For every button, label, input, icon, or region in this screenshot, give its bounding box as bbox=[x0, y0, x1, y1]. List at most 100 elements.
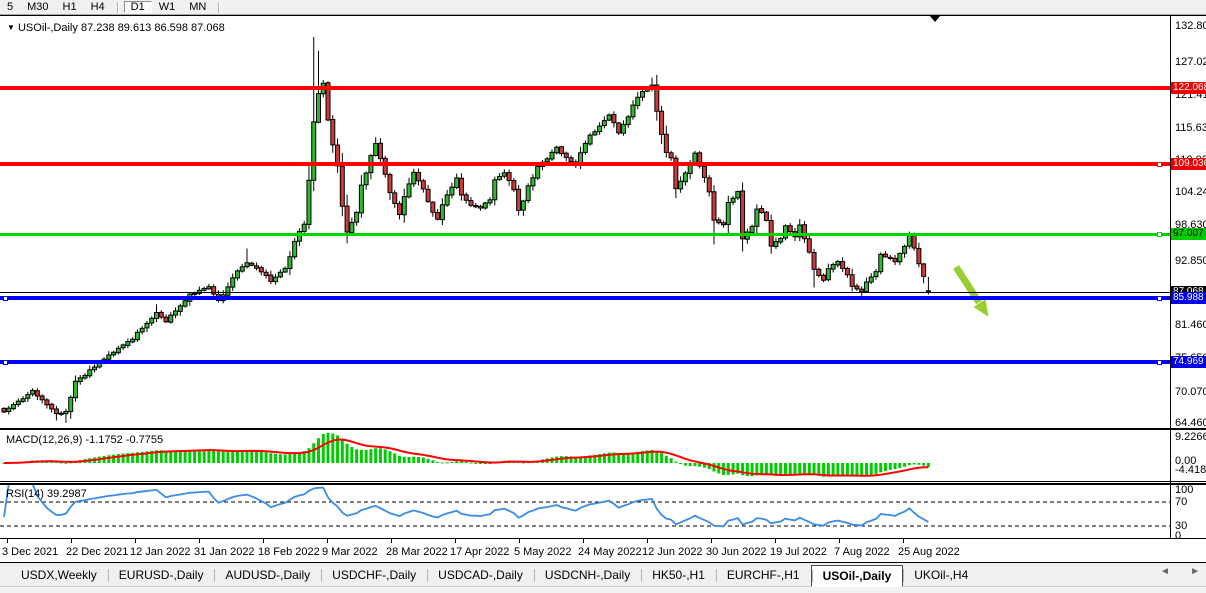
hline-87.068[interactable] bbox=[0, 292, 1170, 293]
period-button-mn[interactable]: MN bbox=[182, 1, 213, 13]
symbol-tab-eurusd-daily[interactable]: EURUSD-,Daily bbox=[108, 565, 215, 586]
symbol-tab-bar: USDX,WeeklyEURUSD-,DailyAUDUSD-,DailyUSD… bbox=[0, 562, 1206, 586]
date-label: 28 Mar 2022 bbox=[386, 546, 448, 558]
period-button-d1[interactable]: D1 bbox=[124, 1, 152, 13]
date-label: 22 Dec 2021 bbox=[66, 546, 128, 558]
price-badge-122.068: 122.068 bbox=[1171, 82, 1206, 94]
toolbar-separator bbox=[218, 2, 220, 13]
hline-left-handle[interactable] bbox=[3, 360, 8, 365]
date-label: 30 Jun 2022 bbox=[706, 546, 767, 558]
symbol-tab-usdx-weekly[interactable]: USDX,Weekly bbox=[10, 565, 108, 586]
date-label: 18 Feb 2022 bbox=[258, 546, 320, 558]
date-tick-mark bbox=[583, 539, 584, 543]
hline-right-handle[interactable] bbox=[1157, 162, 1162, 167]
hline-85.988[interactable] bbox=[0, 296, 1170, 300]
hline-109.036[interactable] bbox=[0, 162, 1170, 166]
symbol-tab-hk50-h1[interactable]: HK50-,H1 bbox=[641, 565, 716, 586]
period-button-5[interactable]: 5 bbox=[0, 1, 20, 13]
date-label: 9 Mar 2022 bbox=[322, 546, 378, 558]
period-button-m30[interactable]: M30 bbox=[20, 1, 55, 13]
chart-title-ohlc: 87.238 89.613 86.598 87.068 bbox=[81, 22, 225, 34]
hline-right-handle[interactable] bbox=[1157, 296, 1162, 301]
status-strip bbox=[0, 586, 1206, 593]
macd-label: MACD(12,26,9) -1.1752 -0.7755 bbox=[6, 434, 163, 446]
hline-right-handle[interactable] bbox=[1157, 360, 1162, 365]
price-tick-label: 70.070 bbox=[1175, 386, 1206, 398]
date-tick-mark bbox=[199, 539, 200, 543]
chart-bottom-border bbox=[0, 538, 1206, 539]
date-tick-mark bbox=[519, 539, 520, 543]
date-label: 19 Jul 2022 bbox=[770, 546, 827, 558]
price-badge-109.036: 109.036 bbox=[1171, 158, 1206, 170]
tab-scroll-right-icon[interactable]: ► bbox=[1190, 566, 1200, 577]
date-tick-mark bbox=[839, 539, 840, 543]
date-tick-mark bbox=[455, 539, 456, 543]
macd-rsi-splitter[interactable] bbox=[0, 481, 1206, 482]
date-tick-mark bbox=[7, 539, 8, 543]
price-tick-label: 104.240 bbox=[1175, 186, 1206, 198]
macd-axis-label: -4.4188 bbox=[1175, 464, 1206, 476]
date-label: 17 Apr 2022 bbox=[450, 546, 509, 558]
price-tick-label: 92.850 bbox=[1175, 255, 1206, 267]
price-chart-canvas[interactable] bbox=[0, 16, 1170, 428]
hline-right-handle[interactable] bbox=[1157, 232, 1162, 237]
date-label: 12 Jun 2022 bbox=[642, 546, 703, 558]
date-label: 12 Jan 2022 bbox=[130, 546, 191, 558]
date-tick-mark bbox=[775, 539, 776, 543]
symbol-tab-usoil-daily[interactable]: USOil-,Daily bbox=[811, 565, 904, 587]
chart-title-symbol: USOil-,Daily bbox=[18, 22, 78, 34]
tab-scroll-arrows: ◄ ► bbox=[1160, 566, 1200, 577]
symbol-tab-ukoil-h4[interactable]: UKOil-,H4 bbox=[903, 565, 979, 586]
symbol-tab-usdcad-daily[interactable]: USDCAD-,Daily bbox=[427, 565, 534, 586]
period-button-h1[interactable]: H1 bbox=[56, 1, 84, 13]
tab-scroll-left-icon[interactable]: ◄ bbox=[1160, 566, 1170, 577]
date-label: 3 Dec 2021 bbox=[2, 546, 58, 558]
hline-74.969[interactable] bbox=[0, 360, 1170, 364]
symbol-tab-usdcnh-daily[interactable]: USDCNH-,Daily bbox=[534, 565, 641, 586]
date-tick-mark bbox=[647, 539, 648, 543]
price-axis-border bbox=[1170, 16, 1171, 538]
macd-pane-canvas[interactable] bbox=[0, 430, 1170, 481]
terminal-window: 5M30H1H4 D1W1MN ▼ USOil-,Daily 87.238 89.… bbox=[0, 0, 1206, 593]
date-label: 31 Jan 2022 bbox=[194, 546, 255, 558]
rsi-axis-label: 70 bbox=[1175, 496, 1187, 508]
symbol-tab-usdchf-daily[interactable]: USDCHF-,Daily bbox=[321, 565, 427, 586]
date-tick-mark bbox=[711, 539, 712, 543]
symbol-tab-audusd-daily[interactable]: AUDUSD-,Daily bbox=[214, 565, 321, 586]
date-tick-mark bbox=[263, 539, 264, 543]
toolbar-separator bbox=[117, 2, 119, 13]
chart-title: ▼ USOil-,Daily 87.238 89.613 86.598 87.0… bbox=[7, 22, 225, 34]
price-tick-label: 115.630 bbox=[1175, 122, 1206, 134]
rsi-axis-label: 100 bbox=[1175, 484, 1193, 496]
price-badge-85.988: 85.988 bbox=[1171, 292, 1206, 304]
period-button-w1[interactable]: W1 bbox=[152, 1, 183, 13]
date-label: 25 Aug 2022 bbox=[898, 546, 960, 558]
date-label: 5 May 2022 bbox=[514, 546, 571, 558]
price-tick-label: 132.800 bbox=[1175, 20, 1206, 32]
symbol-dropdown-icon[interactable]: ▼ bbox=[7, 23, 15, 32]
date-tick-mark bbox=[391, 539, 392, 543]
date-label: 7 Aug 2022 bbox=[834, 546, 890, 558]
rsi-label: RSI(14) 39.2987 bbox=[6, 488, 87, 500]
date-tick-mark bbox=[71, 539, 72, 543]
rsi-axis-label: 0 bbox=[1175, 530, 1181, 542]
hline-122.068[interactable] bbox=[0, 86, 1170, 90]
macd-axis-label: 9.2266 bbox=[1175, 431, 1206, 443]
date-label: 24 May 2022 bbox=[578, 546, 642, 558]
candlestick-series bbox=[2, 37, 930, 423]
hline-left-handle[interactable] bbox=[3, 296, 8, 301]
date-tick-mark bbox=[327, 539, 328, 543]
symbol-tab-eurchf-h1[interactable]: EURCHF-,H1 bbox=[716, 565, 811, 586]
hline-97.007[interactable] bbox=[0, 233, 1170, 236]
rsi-pane-canvas[interactable] bbox=[0, 485, 1170, 538]
price-tick-label: 127.020 bbox=[1175, 56, 1206, 68]
period-toolbar: 5M30H1H4 D1W1MN bbox=[0, 0, 1206, 15]
price-badge-74.969: 74.969 bbox=[1171, 356, 1206, 368]
price-tick-label: 64.460 bbox=[1175, 417, 1206, 429]
rsi-line bbox=[4, 485, 928, 526]
period-button-h4[interactable]: H4 bbox=[84, 1, 112, 13]
price-tick-label: 81.460 bbox=[1175, 319, 1206, 331]
date-tick-mark bbox=[135, 539, 136, 543]
price-badge-97.007: 97.007 bbox=[1171, 228, 1206, 240]
date-tick-mark bbox=[903, 539, 904, 543]
